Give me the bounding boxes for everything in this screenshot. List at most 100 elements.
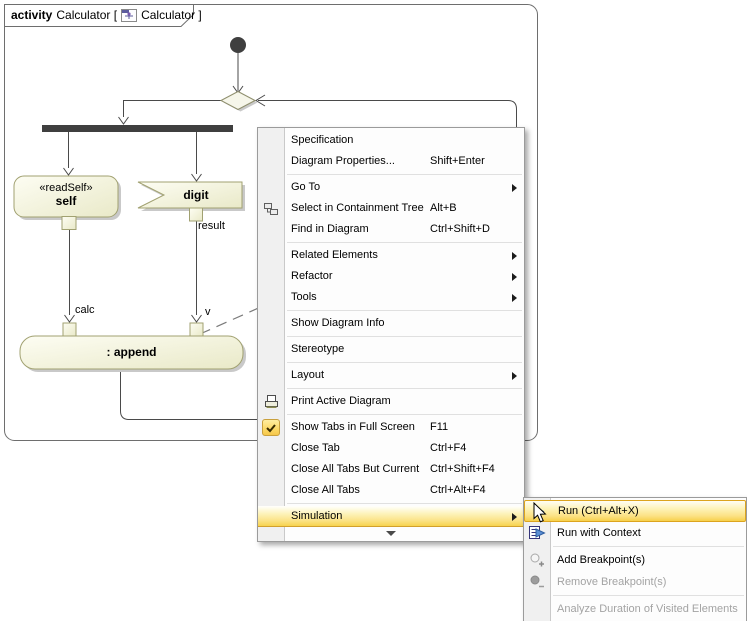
print-icon — [262, 393, 280, 411]
submenu-item-remove-breakpoints: Remove Breakpoint(s) — [524, 571, 746, 593]
fork-node[interactable] — [42, 125, 233, 132]
menu-shortcut: Ctrl+Shift+F4 — [430, 459, 495, 480]
menu-separator — [287, 310, 522, 311]
menu-separator — [287, 388, 522, 389]
decision-node[interactable] — [221, 92, 255, 110]
menu-item-close-tab[interactable]: Close Tab Ctrl+F4 — [258, 438, 524, 459]
menu-item-label: Analyze Duration of Visited Elements — [557, 603, 738, 615]
menu-item-label: Find in Diagram — [291, 223, 369, 235]
menu-item-label: Refactor — [291, 270, 333, 282]
menu-shortcut: Alt+B — [430, 198, 457, 219]
self-name: self — [14, 194, 118, 208]
frame-header: activity Calculator [ Calculator ] — [11, 8, 202, 22]
menu-item-label: Stereotype — [291, 343, 344, 355]
application-canvas: activity Calculator [ Calculator ] «read… — [0, 0, 747, 621]
menu-item-select-in-containment-tree[interactable]: Select in Containment Tree Alt+B — [258, 198, 524, 219]
append-calc-pin[interactable] — [63, 323, 76, 336]
menu-item-label: Close All Tabs But Current — [291, 463, 419, 475]
menu-item-diagram-properties[interactable]: Diagram Properties... Shift+Enter — [258, 151, 524, 172]
submenu-arrow-icon — [512, 372, 517, 380]
activity-diagram-icon — [121, 8, 137, 22]
mouse-cursor — [533, 502, 549, 524]
submenu-item-run[interactable]: Run (Ctrl+Alt+X) — [524, 500, 746, 522]
menu-shortcut: Ctrl+Shift+D — [430, 219, 490, 240]
frame-name: Calculator [ — [56, 8, 117, 22]
submenu-arrow-icon — [512, 294, 517, 302]
run-with-context-icon — [528, 524, 546, 542]
menu-item-refactor[interactable]: Refactor — [258, 266, 524, 287]
submenu-item-add-breakpoints[interactable]: Add Breakpoint(s) — [524, 549, 746, 571]
menu-item-simulation[interactable]: Simulation — [258, 506, 524, 527]
calc-pin-label: calc — [75, 304, 95, 316]
scroll-down-icon — [386, 531, 396, 536]
menu-separator — [287, 174, 522, 175]
menu-item-label: Show Tabs in Full Screen — [291, 421, 415, 433]
digit-label: digit — [150, 188, 242, 202]
menu-separator — [287, 242, 522, 243]
remove-breakpoint-icon — [528, 573, 546, 591]
menu-item-find-in-diagram[interactable]: Find in Diagram Ctrl+Shift+D — [258, 219, 524, 240]
append-v-pin[interactable] — [190, 323, 203, 336]
menu-item-label: Tools — [291, 291, 317, 303]
menu-item-label: Diagram Properties... — [291, 155, 395, 167]
checked-toggle-icon — [262, 419, 280, 437]
add-breakpoint-icon — [528, 551, 546, 569]
menu-shortcut: Ctrl+F4 — [430, 438, 466, 459]
menu-scroll-down-indicator[interactable] — [258, 527, 524, 539]
menu-shortcut: F11 — [430, 417, 448, 438]
menu-item-show-diagram-info[interactable]: Show Diagram Info — [258, 313, 524, 334]
submenu-arrow-icon — [512, 273, 517, 281]
menu-item-label: Related Elements — [291, 249, 378, 261]
menu-item-go-to[interactable]: Go To — [258, 177, 524, 198]
append-name: : append — [20, 345, 243, 359]
menu-item-label: Close Tab — [291, 442, 340, 454]
menu-item-specification[interactable]: Specification — [258, 130, 524, 151]
menu-item-label: Run (Ctrl+Alt+X) — [558, 505, 639, 517]
menu-item-label: Remove Breakpoint(s) — [557, 576, 666, 588]
menu-shortcut: Shift+Enter — [430, 151, 485, 172]
menu-item-label: Show Diagram Info — [291, 317, 385, 329]
submenu-arrow-icon — [512, 184, 517, 192]
frame-view-name: Calculator ] — [141, 8, 202, 22]
menu-item-close-all-tabs[interactable]: Close All Tabs Ctrl+Alt+F4 — [258, 480, 524, 501]
simulation-submenu: Run (Ctrl+Alt+X) Run with Context — [523, 497, 747, 621]
menu-separator — [553, 595, 744, 596]
menu-item-label: Run with Context — [557, 527, 641, 539]
append-label: : append — [20, 345, 243, 359]
menu-item-label: Layout — [291, 369, 324, 381]
v-pin-label: v — [205, 306, 211, 318]
menu-separator — [553, 546, 744, 547]
submenu-arrow-icon — [512, 252, 517, 260]
menu-item-label: Specification — [291, 134, 353, 146]
menu-separator — [287, 336, 522, 337]
menu-item-print-active-diagram[interactable]: Print Active Diagram — [258, 391, 524, 412]
menu-separator — [287, 503, 522, 504]
diagram-context-menu: Specification Diagram Properties... Shif… — [257, 127, 525, 542]
self-action-label: «readSelf» self — [14, 182, 118, 208]
menu-shortcut: Ctrl+Alt+F4 — [430, 480, 486, 501]
result-pin-label: result — [198, 220, 225, 232]
containment-tree-icon — [262, 200, 280, 218]
menu-item-stereotype[interactable]: Stereotype — [258, 339, 524, 360]
menu-item-layout[interactable]: Layout — [258, 365, 524, 386]
frame-keyword: activity — [11, 8, 52, 22]
menu-item-label: Close All Tabs — [291, 484, 360, 496]
menu-item-label: Print Active Diagram — [291, 395, 391, 407]
menu-separator — [287, 362, 522, 363]
menu-item-label: Add Breakpoint(s) — [557, 554, 645, 566]
digit-name: digit — [150, 188, 242, 202]
submenu-arrow-icon — [512, 513, 517, 521]
menu-item-label: Simulation — [291, 510, 342, 522]
menu-item-tools[interactable]: Tools — [258, 287, 524, 308]
initial-node[interactable] — [230, 37, 246, 53]
menu-item-close-all-tabs-but-current[interactable]: Close All Tabs But Current Ctrl+Shift+F4 — [258, 459, 524, 480]
self-output-pin[interactable] — [62, 217, 76, 230]
submenu-item-analyze-duration: Analyze Duration of Visited Elements — [524, 598, 746, 620]
self-stereotype: «readSelf» — [14, 182, 118, 194]
menu-item-show-tabs-in-full-screen[interactable]: Show Tabs in Full Screen F11 — [258, 417, 524, 438]
submenu-item-run-with-context[interactable]: Run with Context — [524, 522, 746, 544]
menu-item-label: Select in Containment Tree — [291, 202, 424, 214]
menu-item-label: Go To — [291, 181, 320, 193]
menu-item-related-elements[interactable]: Related Elements — [258, 245, 524, 266]
menu-separator — [287, 414, 522, 415]
